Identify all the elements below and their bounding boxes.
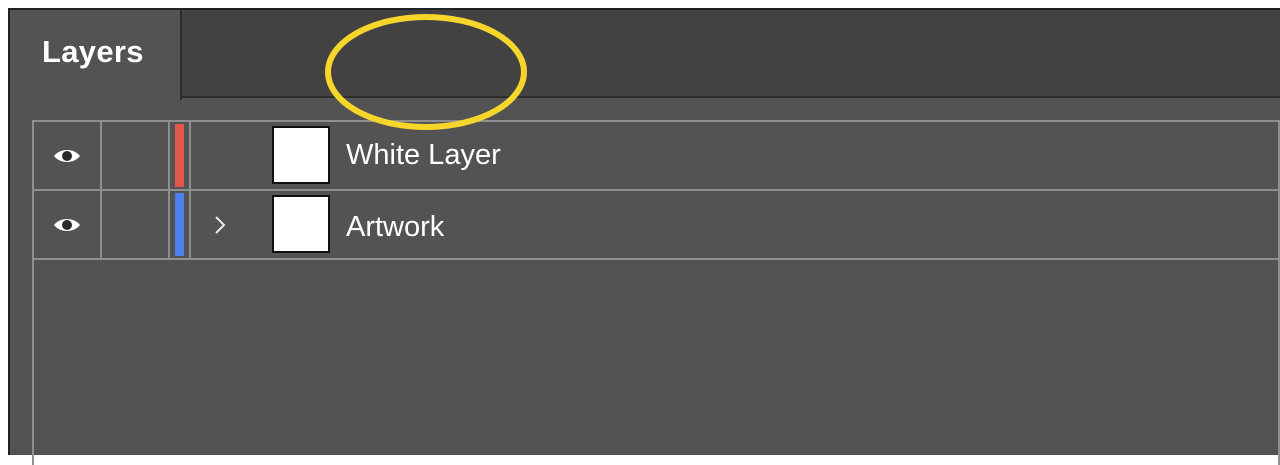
- lock-toggle[interactable]: [102, 122, 170, 189]
- eye-icon: [54, 149, 80, 162]
- eye-icon: [54, 218, 80, 231]
- layer-row-white-layer[interactable]: White Layer: [34, 122, 1278, 191]
- layers-list: White Layer Artwork: [32, 120, 1280, 465]
- layer-thumbnail[interactable]: [272, 126, 330, 184]
- expand-toggle[interactable]: [208, 191, 232, 258]
- visibility-toggle[interactable]: [34, 191, 102, 258]
- layer-thumbnail[interactable]: [272, 195, 330, 253]
- tab-layers-label: Layers: [42, 34, 144, 69]
- panel-tab-bar: [10, 10, 1280, 98]
- layer-row-artwork[interactable]: Artwork: [34, 191, 1278, 260]
- layer-color-swatch: [175, 124, 184, 187]
- layer-color-cell: [170, 122, 191, 189]
- lock-toggle[interactable]: [102, 191, 170, 258]
- visibility-toggle[interactable]: [34, 122, 102, 189]
- tab-layers[interactable]: Layers: [10, 10, 182, 100]
- chevron-right-icon: [215, 215, 226, 234]
- layers-panel: Layers White Layer Artwork: [8, 8, 1280, 465]
- layer-name[interactable]: White Layer: [346, 122, 501, 189]
- layer-name[interactable]: Artwork: [346, 191, 444, 258]
- layer-color-swatch: [175, 193, 184, 256]
- layer-color-cell: [170, 191, 191, 258]
